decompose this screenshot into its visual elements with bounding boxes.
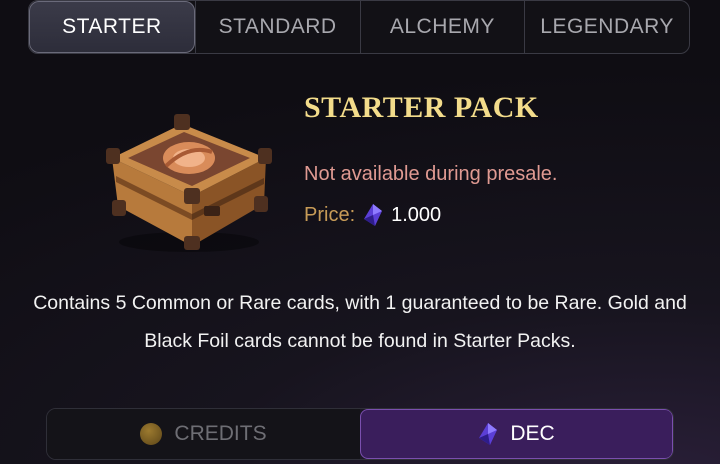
tab-standard[interactable]: STANDARD xyxy=(194,1,360,53)
dec-label: DEC xyxy=(510,422,555,445)
pack-type-tabs: STARTER STANDARD ALCHEMY LEGENDARY xyxy=(28,0,690,54)
currency-selector: CREDITS DEC xyxy=(46,408,674,460)
dec-button[interactable]: DEC xyxy=(360,409,673,459)
dec-gem-icon xyxy=(479,423,498,445)
price-label: Price: xyxy=(304,203,356,226)
dec-gem-icon xyxy=(364,204,383,226)
credits-button[interactable]: CREDITS xyxy=(47,409,360,459)
credits-label: CREDITS xyxy=(174,422,267,445)
availability-notice: Not available during presale. xyxy=(304,163,558,185)
starter-pack-chest-image xyxy=(106,114,272,252)
credits-coin-icon xyxy=(140,423,163,445)
price-row: Price: 1.000 xyxy=(304,203,441,227)
tab-legendary[interactable]: LEGENDARY xyxy=(524,1,689,53)
pack-title: STARTER PACK xyxy=(304,91,539,124)
tab-starter[interactable]: STARTER xyxy=(29,1,195,53)
price-value: 1.000 xyxy=(391,203,442,226)
pack-description: Contains 5 Common or Rare cards, with 1 … xyxy=(33,292,687,352)
tab-alchemy[interactable]: ALCHEMY xyxy=(359,1,525,53)
